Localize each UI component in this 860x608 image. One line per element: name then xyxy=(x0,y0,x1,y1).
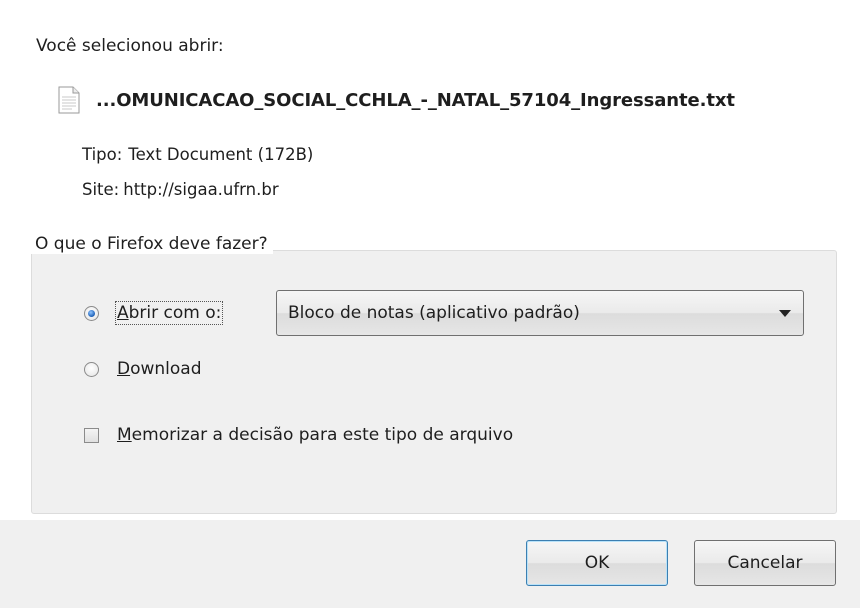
file-site-row: Site: http://sigaa.ufrn.br xyxy=(82,180,279,199)
file-name: ...OMUNICACAO_SOCIAL_CCHLA_-_NATAL_57104… xyxy=(96,89,735,111)
action-group-legend: O que o Firefox deve fazer? xyxy=(31,234,273,254)
chevron-down-icon[interactable] xyxy=(779,310,791,317)
type-label: Tipo: xyxy=(82,145,123,164)
site-label: Site: xyxy=(82,180,120,199)
text-document-icon xyxy=(58,86,80,114)
application-select-value: Bloco de notas (aplicativo padrão) xyxy=(288,303,580,323)
download-option[interactable]: Download xyxy=(84,359,202,379)
remember-mnemonic: M xyxy=(117,425,132,445)
remember-option[interactable]: Memorizar a decisão para este tipo de ar… xyxy=(84,425,513,445)
open-with-radio[interactable] xyxy=(84,305,99,321)
remember-label[interactable]: Memorizar a decisão para este tipo de ar… xyxy=(117,425,513,445)
cancel-button[interactable]: Cancelar xyxy=(694,540,836,586)
download-label-text: ownload xyxy=(130,359,202,379)
ok-button[interactable]: OK xyxy=(526,540,668,586)
file-type-row: Tipo: Text Document (172B) xyxy=(82,145,313,164)
remember-label-text: emorizar a decisão para este tipo de arq… xyxy=(131,425,514,445)
download-radio[interactable] xyxy=(84,361,99,377)
download-label[interactable]: Download xyxy=(117,359,202,379)
type-value: Text Document (172B) xyxy=(128,145,314,164)
site-value: http://sigaa.ufrn.br xyxy=(123,180,279,199)
open-with-mnemonic: A xyxy=(117,303,129,323)
application-select[interactable]: Bloco de notas (aplicativo padrão) xyxy=(276,290,804,336)
remember-checkbox[interactable] xyxy=(84,427,99,443)
open-with-label[interactable]: Abrir com o: xyxy=(114,301,224,325)
file-row: ...OMUNICACAO_SOCIAL_CCHLA_-_NATAL_57104… xyxy=(58,86,735,114)
selected-label: Você selecionou abrir: xyxy=(36,36,224,56)
download-mnemonic: D xyxy=(117,359,131,379)
open-with-label-text: brir com o: xyxy=(128,303,222,323)
open-with-option[interactable]: Abrir com o: xyxy=(84,301,224,325)
